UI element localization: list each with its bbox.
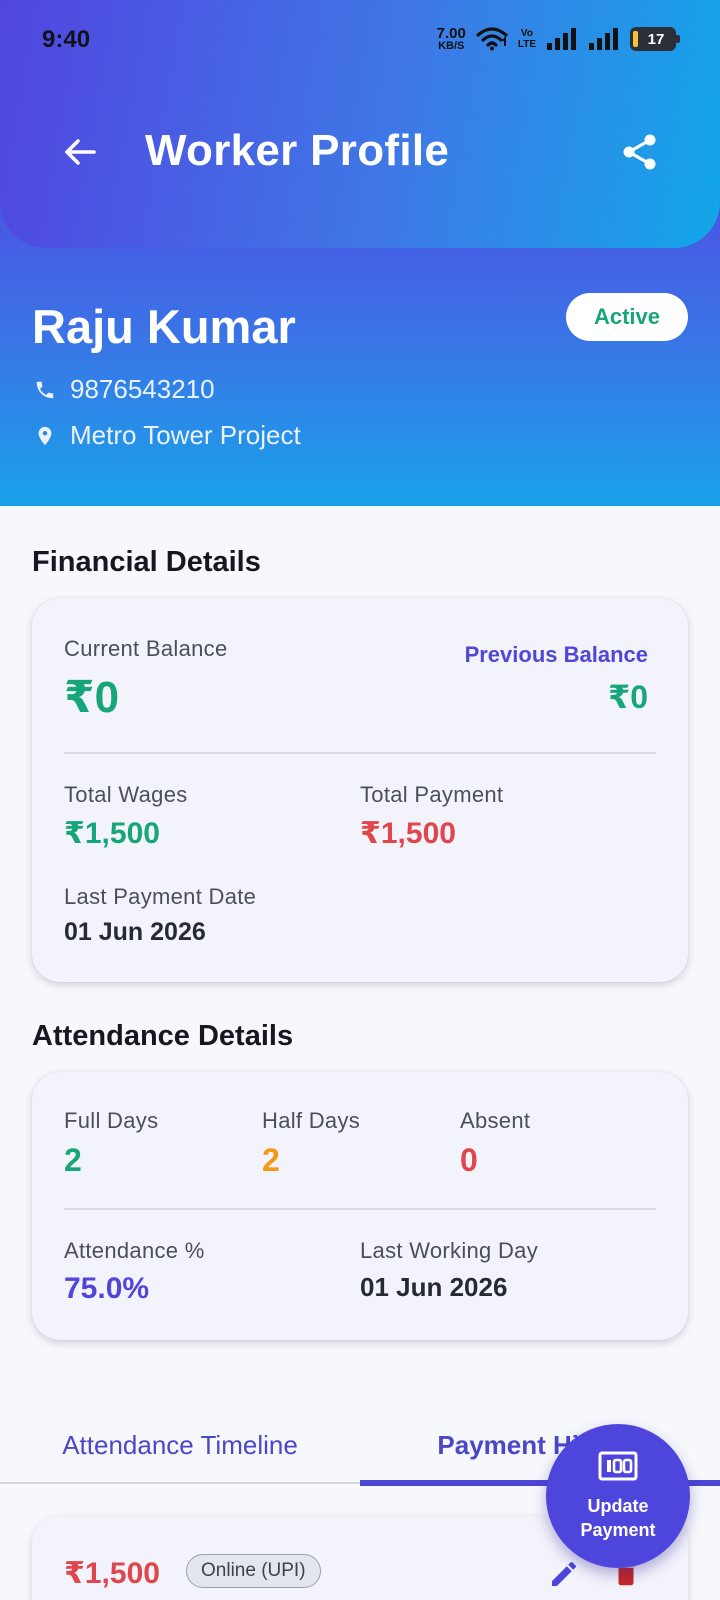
fab-label: Update Payment	[580, 1494, 655, 1542]
attendance-card: Full Days 2 Half Days 2 Absent 0 Attenda…	[32, 1072, 688, 1340]
half-days-value: 2	[262, 1142, 280, 1178]
network-speed: 7.00 KB/S	[437, 26, 466, 52]
status-icons: 7.00 KB/S Vo LTE 17	[437, 26, 680, 52]
payment-mode-chip: Online (UPI)	[186, 1554, 321, 1588]
worker-name: Raju Kumar	[32, 300, 296, 353]
location-pin-icon	[38, 426, 52, 445]
divider	[64, 752, 656, 754]
page-title: Worker Profile	[145, 126, 450, 175]
phone-number: 9876543210	[70, 374, 215, 404]
total-wages-label: Total Wages	[64, 782, 188, 807]
attendance-section-title: Attendance Details	[32, 1020, 294, 1052]
attendance-percent-value: 75.0%	[64, 1272, 150, 1305]
current-balance-label: Current Balance	[64, 636, 228, 661]
last-payment-date-value: 01 Jun 2026	[64, 918, 206, 946]
battery-icon: 17	[630, 27, 680, 51]
signal-icon-2	[589, 28, 618, 50]
status-bar: 9:40 7.00 KB/S Vo LTE 17	[0, 0, 720, 84]
network-speed-value: 7.00	[436, 25, 466, 42]
half-days-label: Half Days	[262, 1108, 361, 1133]
total-payment-label: Total Payment	[360, 782, 504, 807]
arrow-left-icon	[65, 139, 96, 165]
app-bar: 9:40 7.00 KB/S Vo LTE 17 Worker Profile	[0, 0, 720, 248]
share-button[interactable]	[616, 128, 664, 176]
fab-label-line1: Update	[587, 1496, 649, 1516]
full-days-label: Full Days	[64, 1108, 159, 1133]
total-wages-value: ₹1,500	[64, 817, 160, 850]
full-days-value: 2	[64, 1142, 82, 1178]
back-button[interactable]	[56, 128, 104, 176]
site-row: Metro Tower Project	[34, 420, 301, 451]
update-payment-fab[interactable]: Update Payment	[546, 1424, 690, 1568]
divider	[64, 1208, 656, 1210]
signal-icon	[547, 28, 576, 50]
previous-balance-value: ₹0	[607, 679, 648, 715]
absent-label: Absent	[460, 1108, 531, 1133]
last-working-day-value: 01 Jun 2026	[360, 1272, 508, 1302]
status-time: 9:40	[42, 26, 91, 53]
worker-profile-screen: 9:40 7.00 KB/S Vo LTE 17 Worker Profile …	[0, 0, 720, 1600]
total-payment-value: ₹1,500	[360, 817, 456, 850]
current-balance-value: ₹0	[64, 673, 120, 722]
volte-line1: Vo	[520, 28, 533, 39]
volte-line2: LTE	[517, 39, 536, 50]
site-name: Metro Tower Project	[70, 420, 301, 450]
last-payment-date-label: Last Payment Date	[64, 884, 257, 909]
payment-amount: ₹1,500	[64, 1557, 160, 1590]
status-badge: Active	[566, 293, 688, 341]
pencil-icon	[552, 1562, 576, 1586]
share-icon	[623, 134, 656, 170]
absent-value: 0	[460, 1142, 478, 1178]
fab-label-line2: Payment	[580, 1520, 656, 1540]
phone-icon	[36, 381, 54, 398]
financial-section-title: Financial Details	[32, 546, 261, 578]
wifi-icon	[476, 27, 508, 51]
cash-icon	[598, 1451, 638, 1481]
previous-balance-label: Previous Balance	[464, 642, 648, 667]
battery-level: 17	[647, 30, 665, 48]
attendance-percent-label: Attendance %	[64, 1238, 205, 1263]
tab-attendance-timeline[interactable]: Attendance Timeline	[0, 1408, 360, 1482]
volte-indicator: Vo LTE	[518, 28, 536, 50]
edit-payment-button[interactable]	[544, 1554, 584, 1594]
network-speed-unit: KB/S	[438, 40, 465, 52]
last-working-day-label: Last Working Day	[360, 1238, 539, 1263]
phone-row[interactable]: 9876543210	[34, 374, 215, 405]
financial-card: Current Balance ₹0 Previous Balance ₹0 T…	[32, 598, 688, 982]
